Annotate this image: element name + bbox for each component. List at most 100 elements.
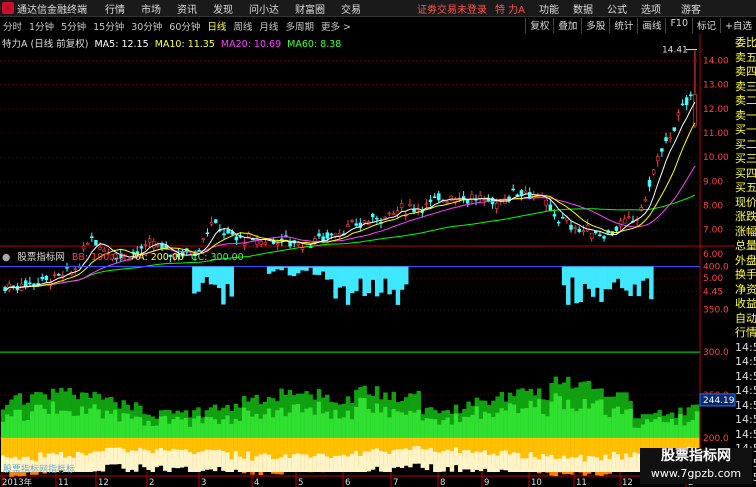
indicator-lightgreen-bar <box>59 410 64 438</box>
indicator-yellow-bar <box>237 437 243 457</box>
indicator-lightgreen-bar <box>445 417 451 438</box>
indicator-cyan-bar <box>615 266 621 279</box>
indicator-cream-bar <box>408 449 413 468</box>
indicator-cyan-bar <box>404 266 409 285</box>
indicator-cyan-bar <box>304 266 309 271</box>
indicator-yellow-bar <box>275 437 280 459</box>
indicator-cyan-bar <box>279 266 284 271</box>
indicator-lightgreen-bar <box>574 411 579 438</box>
indicator-yellow-bar <box>246 437 251 452</box>
side-panel-item[interactable]: 14:5 <box>735 355 756 370</box>
indicator-yellow-bar <box>624 437 629 454</box>
indicator-lightgreen-bar <box>466 416 471 438</box>
indicator-lightgreen-bar <box>453 413 459 438</box>
indicator-lightgreen-bar <box>133 416 139 438</box>
indicator-cyan-bar <box>636 266 642 297</box>
indicator-lightgreen-bar <box>399 412 405 438</box>
indicator-cream-bar <box>154 449 160 468</box>
indicator-cream-bar <box>104 447 110 465</box>
indicator-cream-bar <box>354 450 359 472</box>
candle-body <box>614 226 619 231</box>
kline-chart-canvas[interactable]: 14.00 13.00 12.00 11.00 10.00 9.00 8.00 7.00 6.0… <box>0 0 756 487</box>
indicator-bottom-label: 股票指标网指标标 <box>3 465 76 475</box>
indicator-cream-bar <box>449 450 455 472</box>
indicator-cream-bar <box>520 458 525 472</box>
candle-body <box>40 276 44 280</box>
candle-body <box>73 268 78 270</box>
indicator-cream-bar <box>179 449 185 468</box>
indicator-cream-bar <box>208 449 214 470</box>
indicator-cream-bar <box>163 450 168 471</box>
indicator-lightgreen-bar <box>146 420 151 438</box>
indicator-yellow-bar <box>167 437 172 451</box>
indicator-yellow-bar <box>291 437 297 455</box>
candle-body <box>585 224 590 232</box>
indicator-lightgreen-bar <box>84 413 89 438</box>
indicator-legend: ● 股票指标网 BB: 100.00 AA: 200.00 CC: 300.00 <box>2 249 248 263</box>
side-panel-item[interactable]: 14:5 <box>735 341 756 356</box>
price-tick-label: 7.00 <box>703 226 723 236</box>
indicator-cream-bar <box>96 451 102 471</box>
indicator-tick-label: 300.0 <box>703 348 729 358</box>
indicator-cream-bar <box>599 460 604 472</box>
indicator-yellow-bar <box>154 437 160 450</box>
indicator-lightgreen-bar <box>582 399 588 438</box>
side-panel-item[interactable]: 14:5 <box>735 370 756 385</box>
indicator-yellow-bar <box>482 437 488 451</box>
indicator-yellow-bar <box>437 437 442 453</box>
indicator-yellow-bar <box>42 437 48 458</box>
indicator-lightgreen-bar <box>545 416 550 438</box>
indicator-yellow-bar <box>329 437 334 458</box>
indicator-yellow-bar <box>416 437 421 447</box>
indicator-cream-bar <box>412 446 417 464</box>
cc-label: CC: 300.00 <box>191 252 244 263</box>
indicator-yellow-bar <box>225 437 230 453</box>
indicator-cream-bar <box>482 450 488 469</box>
indicator-lightgreen-bar <box>271 417 276 438</box>
indicator-lightgreen-bar <box>350 419 355 438</box>
candle-body <box>424 203 429 205</box>
indicator-cream-bar <box>138 447 143 465</box>
indicator-yellow-bar <box>96 437 102 452</box>
indicator-lightgreen-bar <box>495 412 500 438</box>
indicator-cream-bar <box>628 457 633 472</box>
side-panel-item[interactable]: 14:5 <box>735 428 756 443</box>
indicator-lightgreen-bar <box>478 418 484 438</box>
candle-body <box>90 236 94 238</box>
candle-body <box>391 213 396 215</box>
indicator-yellow-bar <box>495 437 500 456</box>
indicator-lightgreen-bar <box>67 411 72 438</box>
indicator-yellow-bar <box>142 437 147 450</box>
indicator-cyan-bar <box>640 266 646 281</box>
side-panel-item: 卖二 <box>735 94 756 107</box>
indicator-cyan-bar <box>366 266 372 294</box>
indicator-lightgreen-bar <box>63 410 68 438</box>
candle-body <box>689 94 693 97</box>
indicator-cyan-bar <box>391 266 397 290</box>
indicator-cream-bar <box>121 448 126 469</box>
indicator-yellow-bar <box>358 437 363 456</box>
indicator-cyan-bar <box>225 266 230 285</box>
side-panel-item[interactable]: 14:5 <box>735 399 756 414</box>
indicator-lightgreen-bar <box>225 415 230 438</box>
indicator-lightgreen-bar <box>129 418 135 438</box>
side-panel-item[interactable]: 自动 <box>735 312 756 327</box>
side-panel-item[interactable]: 14:5 <box>735 413 756 428</box>
indicator-name[interactable]: 股票指标网 <box>17 252 65 263</box>
indicator-lightgreen-bar <box>586 408 592 438</box>
indicator-cream-bar <box>320 453 326 472</box>
indicator-yellow-bar <box>204 437 210 450</box>
x-axis-label: 11 <box>58 478 69 487</box>
candle-body <box>552 214 557 217</box>
indicator-lightgreen-bar <box>237 420 243 438</box>
indicator-yellow-bar <box>374 437 380 449</box>
indicator-yellow-bar <box>632 437 637 453</box>
indicator-cyan-bar <box>221 266 226 305</box>
indicator-cyan-bar <box>632 266 637 285</box>
side-panel-item[interactable]: 行情 <box>735 326 756 341</box>
price-tick-label: 6.00 <box>703 250 723 260</box>
x-axis-label: 12 <box>622 478 633 487</box>
side-panel-item[interactable]: 14:5 <box>735 384 756 399</box>
indicator-cyan-bar <box>200 266 205 283</box>
indicator-cream-bar <box>295 453 301 472</box>
